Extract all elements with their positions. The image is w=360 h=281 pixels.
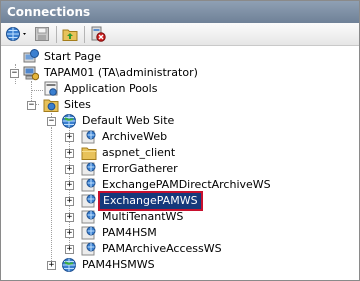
application-icon — [81, 162, 96, 176]
tree-item-label: ExchangePAMDirectArchiveWS — [102, 178, 271, 191]
expand-icon[interactable]: + — [65, 165, 74, 174]
website-globe-icon — [62, 114, 76, 128]
tree-item-label: PAM4HSM — [102, 226, 157, 239]
disconnect-icon[interactable] — [90, 26, 106, 42]
tree-item-label: ErrorGatherer — [102, 162, 178, 175]
expand-icon[interactable]: + — [65, 197, 74, 206]
application-icon — [81, 194, 96, 208]
tree-item-errorgatherer[interactable]: + ErrorGatherer — [1, 161, 359, 177]
tree-item-application-pools[interactable]: Application Pools — [1, 81, 359, 97]
tree-item-default-web-site[interactable]: − Default Web Site — [1, 113, 359, 129]
application-pools-icon — [44, 81, 58, 96]
start-page-icon — [23, 49, 39, 63]
application-icon — [81, 210, 96, 224]
tree-item-pam4hsmws[interactable]: + PAM4HSMWS — [1, 257, 359, 273]
sites-folder-icon — [43, 99, 59, 112]
server-icon — [23, 66, 39, 81]
tree-item-label-selected: ExchangePAMWS — [98, 191, 203, 211]
expand-icon[interactable]: + — [65, 229, 74, 238]
tree-item-multitenantws[interactable]: + MultiTenantWS — [1, 209, 359, 225]
tree-item-pam4hsm[interactable]: + PAM4HSM — [1, 225, 359, 241]
tree-item-sites[interactable]: − Sites — [1, 97, 359, 113]
expand-icon[interactable]: + — [65, 245, 74, 254]
tree-item-label: TAPAM01 (TA\administrator) — [44, 66, 198, 79]
collapse-icon[interactable]: − — [10, 69, 19, 78]
toolbar-separator — [56, 26, 57, 43]
toolbar-separator — [84, 26, 85, 43]
tree-item-label: Sites — [64, 98, 91, 111]
save-icon[interactable] — [34, 26, 50, 42]
tree-item-exchangepamdirectarchivews[interactable]: + ExchangePAMDirectArchiveWS — [1, 177, 359, 193]
application-icon — [81, 130, 96, 144]
tree-item-archiveweb[interactable]: + ArchiveWeb — [1, 129, 359, 145]
application-icon — [81, 226, 96, 240]
tree-item-pamarchiveaccessws[interactable]: + PAMArchiveAccessWS — [1, 241, 359, 257]
tree-item-label: aspnet_client — [102, 146, 176, 159]
connections-panel: Connections Start Page − TAPAM01 (TA\adm… — [0, 0, 360, 281]
tree-item-label: Application Pools — [64, 82, 158, 95]
tree-item-exchangepamws[interactable]: + ExchangePAMWS — [1, 191, 359, 211]
tree-item-label: PAMArchiveAccessWS — [102, 242, 222, 255]
expand-icon[interactable]: + — [47, 261, 56, 270]
tree-item-start-page[interactable]: Start Page — [1, 49, 359, 65]
toolbar — [1, 23, 359, 46]
tree-item-label: PAM4HSMWS — [82, 258, 155, 271]
application-icon — [81, 178, 96, 192]
tree-item-label: Start Page — [44, 50, 101, 63]
expand-icon[interactable]: + — [65, 149, 74, 158]
folder-icon — [81, 147, 97, 160]
tree-item-aspnet-client[interactable]: + aspnet_client — [1, 145, 359, 161]
globe-connect-icon[interactable] — [5, 26, 29, 42]
collapse-icon[interactable]: − — [27, 101, 36, 110]
expand-icon[interactable]: + — [65, 133, 74, 142]
expand-icon[interactable]: + — [65, 181, 74, 190]
tree-item-label: MultiTenantWS — [102, 210, 184, 223]
tree-item-server[interactable]: − TAPAM01 (TA\administrator) — [1, 65, 359, 81]
tree-item-label: ArchiveWeb — [102, 130, 168, 143]
expand-icon[interactable]: + — [65, 213, 74, 222]
folder-up-icon[interactable] — [62, 26, 78, 42]
website-globe-icon — [62, 258, 76, 272]
collapse-icon[interactable]: − — [47, 117, 56, 126]
panel-title: Connections — [1, 1, 359, 23]
tree-item-label: Default Web Site — [82, 114, 175, 127]
connections-tree: Start Page − TAPAM01 (TA\administrator) … — [1, 47, 359, 281]
application-icon — [81, 242, 96, 256]
